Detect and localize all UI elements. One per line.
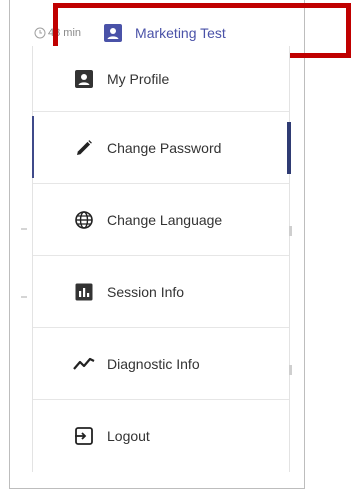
divider-tick [21, 296, 27, 298]
globe-icon [73, 209, 95, 231]
clock-icon [34, 27, 46, 39]
menu-item-label: My Profile [107, 70, 170, 87]
user-dropdown-menu: My Profile Change Password Change Langua… [32, 46, 290, 472]
menu-item-my-profile[interactable]: My Profile [33, 46, 289, 112]
menu-item-label: Change Password [107, 139, 222, 156]
account-box-icon [103, 23, 123, 43]
active-indicator [287, 122, 291, 174]
menu-item-label: Session Info [107, 283, 185, 300]
user-menu-button[interactable]: Marketing Test [103, 23, 226, 43]
pencil-icon [73, 137, 95, 159]
divider-tick [21, 228, 27, 230]
menu-item-change-language[interactable]: Change Language [33, 184, 289, 256]
user-name: Marketing Test [135, 25, 226, 41]
logout-icon [73, 425, 95, 447]
menu-item-session-info[interactable]: Session Info [33, 256, 289, 328]
menu-item-label: Logout [107, 428, 150, 444]
divider-tick [289, 365, 292, 375]
top-bar: 48 min Marketing Test [34, 22, 226, 44]
divider-tick [289, 226, 292, 236]
menu-item-label: Change Language [107, 211, 223, 228]
session-timer: 48 min [34, 27, 81, 39]
trending-line-icon [73, 353, 95, 375]
menu-item-diagnostic-info[interactable]: Diagnostic Info [33, 328, 289, 400]
menu-item-change-password[interactable]: Change Password [32, 112, 289, 184]
menu-item-logout[interactable]: Logout [33, 400, 289, 472]
timer-text: 48 min [48, 27, 82, 39]
account-box-icon [73, 68, 95, 90]
menu-item-label: Diagnostic Info [107, 355, 200, 372]
bar-chart-icon [73, 281, 95, 303]
